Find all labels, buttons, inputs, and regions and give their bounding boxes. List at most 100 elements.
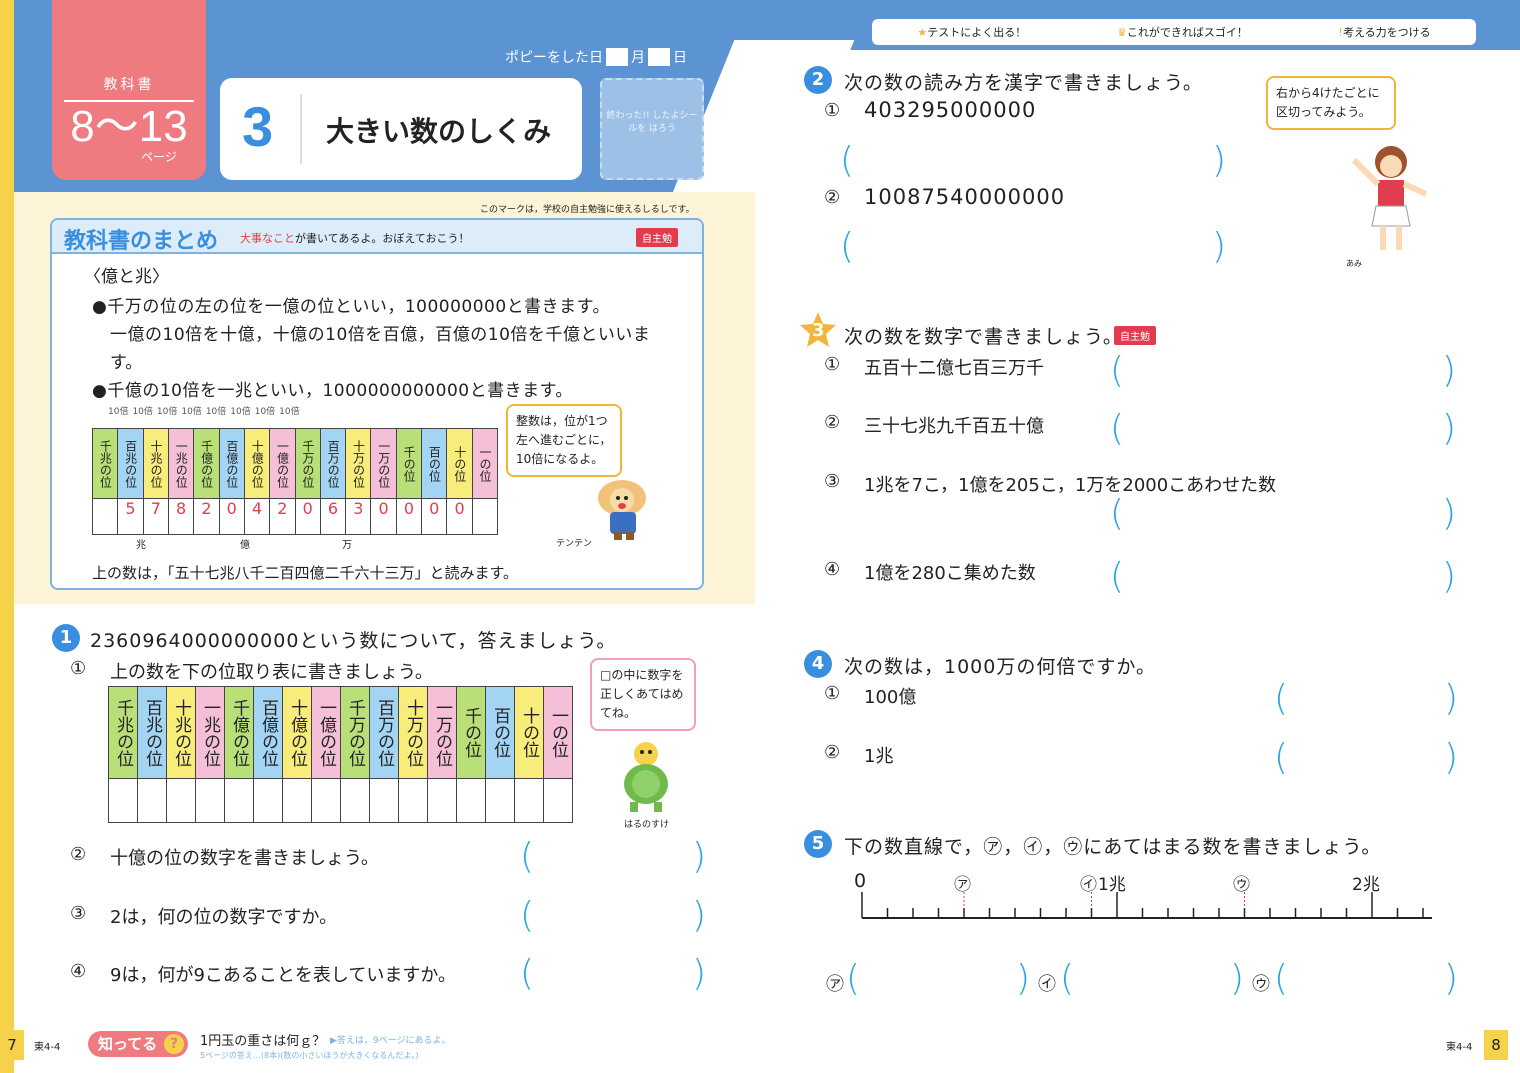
jishuben-tag: 自主勉 — [636, 228, 678, 247]
q1-digit-input[interactable] — [369, 778, 399, 823]
unit-title: 大きい数のしくみ — [326, 115, 552, 148]
summary-column-header: 十億の位 — [243, 428, 271, 499]
q3-sub1-mark: ① — [824, 354, 841, 375]
unit-title-box: 3 大きい数のしくみ — [220, 78, 582, 180]
q1-digit-input[interactable] — [108, 778, 138, 823]
q1-digit-input[interactable] — [195, 778, 225, 823]
q1-digit-input[interactable] — [427, 778, 457, 823]
paren-close: ) — [1442, 408, 1457, 449]
summary-subtitle: 大事なことが書いてあるよ。おぼえておこう！ — [240, 232, 470, 245]
q1-sub2-answer[interactable] — [545, 844, 685, 874]
ami-name: あみ — [1346, 259, 1362, 268]
summary-column-header: 千万の位 — [294, 428, 321, 499]
q4-sub2-text: 1兆 — [864, 746, 894, 767]
summary-digit-cell — [471, 498, 499, 535]
q1-place-value-table: 千兆の位 百兆の位 十兆の位 一兆の位 千億の位 百億の位 十億の位 一億の位 千万の位 百万の位… — [108, 686, 573, 823]
summary-column-header: 千億の位 — [193, 428, 220, 499]
q1-digit-input[interactable] — [137, 778, 167, 823]
q1-digit-input[interactable] — [398, 778, 428, 823]
q3-sub1-answer[interactable] — [1136, 358, 1436, 388]
summary-column-header: 百万の位 — [319, 428, 347, 499]
legend-bar: ★テストによく出る！ ♛これができればスゴイ！ !考える力をつける — [872, 19, 1476, 45]
q1-sub4-answer[interactable] — [545, 961, 685, 991]
q1-digit-input[interactable] — [224, 778, 254, 823]
mark-note: このマークは，学校の自主勉強に使えるしるしです。 — [480, 205, 695, 215]
q4-sub1-mark: ① — [824, 683, 841, 704]
star-icon: ★ — [917, 26, 928, 39]
paren-close: ) — [1444, 678, 1459, 719]
q5-c-answer[interactable] — [1294, 966, 1444, 996]
number-line-c-label: ㋒ — [1233, 875, 1250, 895]
q3-sub4-mark: ④ — [824, 559, 841, 580]
summary-column-header: 百億の位 — [218, 428, 245, 499]
summary-digit-cell — [91, 498, 119, 535]
summary-title: 教科書のまとめ — [64, 229, 219, 254]
q1-sub3-text: 2は，何の位の数字ですか。 — [110, 907, 338, 928]
tenten-name: テンテン — [556, 539, 593, 549]
q1-digit-input[interactable] — [340, 778, 370, 823]
q1-digit-input[interactable] — [311, 778, 341, 823]
page-number-right: 8 — [1484, 1030, 1508, 1060]
ami-girl-illustration — [1346, 140, 1436, 260]
sticker-area[interactable]: 終わった!! したよシールを はろう — [600, 78, 704, 180]
page-number-left: 7 — [0, 1030, 24, 1060]
paren-close: ) — [1442, 350, 1457, 391]
summary-line4: ●千億の10倍を一兆といい，1000000000000と書きます。 — [92, 381, 573, 401]
q2-sub1-answer[interactable] — [866, 148, 1206, 178]
q4-sub2-answer[interactable] — [1300, 745, 1440, 775]
q1-column-header: 十兆の位 — [166, 686, 196, 779]
q1-digit-input[interactable] — [485, 778, 515, 823]
month-field[interactable] — [606, 48, 628, 66]
q3-sub2-answer[interactable] — [1136, 416, 1436, 446]
q5-b-answer[interactable] — [1080, 966, 1230, 996]
paren-close: ) — [1230, 958, 1245, 999]
summary-column-header: 一万の位 — [370, 428, 397, 499]
q5-a-answer[interactable] — [866, 966, 1016, 996]
summary-digit-cell: 4 — [243, 498, 271, 535]
q5-b-mark: ㋑ — [1038, 974, 1056, 995]
q5-c-mark: ㋒ — [1252, 974, 1270, 995]
q1-sub1-mark: ① — [70, 658, 87, 679]
q2-text: 次の数の読み方を漢字で書きましょう。 — [844, 72, 1203, 94]
q1-sub3-answer[interactable] — [545, 903, 685, 933]
q1-sub1-text: 上の数を下の位取り表に書きましょう。 — [110, 662, 433, 683]
paren-close: ) — [1442, 493, 1457, 534]
paren-open: ( — [1110, 408, 1125, 449]
q2-speech-bubble: 右から4けたごとに区切ってみよう。 — [1266, 76, 1396, 130]
summary-line3: す。 — [110, 353, 143, 373]
paren-close: ) — [692, 953, 707, 994]
summary-digit-cell: 0 — [421, 498, 448, 535]
summary-digit-cell: 0 — [395, 498, 423, 535]
q1-text: 2360964000000000という数について，答えましょう。 — [90, 630, 617, 652]
textbook-pages-badge: 教科書 8～13 ページ — [52, 0, 206, 180]
q3-sub3-answer[interactable] — [1136, 501, 1436, 531]
q2-sub2-answer[interactable] — [866, 234, 1206, 264]
q4-sub1-answer[interactable] — [1300, 686, 1440, 716]
q3-sub4-answer[interactable] — [1136, 564, 1436, 594]
paren-close: ) — [692, 895, 707, 936]
q1-digit-input[interactable] — [456, 778, 486, 823]
number-line-b-label: ㋑ — [1080, 875, 1097, 895]
tenten-character-illustration — [588, 476, 658, 542]
q1-digit-input[interactable] — [282, 778, 312, 823]
summary-reading: 上の数は，「五十七兆八千二百四億二千六十三万」と読みます。 — [92, 564, 519, 582]
pages-range: 8～13 — [70, 102, 188, 151]
q5-number: 5 — [804, 830, 832, 858]
paren-close: ) — [1444, 737, 1459, 778]
textbook-label: 教科書 — [103, 77, 155, 93]
q1-digit-input[interactable] — [166, 778, 196, 823]
day-field[interactable] — [648, 48, 670, 66]
q1-digit-input[interactable] — [514, 778, 544, 823]
harunosuke-turtle-illustration — [616, 740, 676, 814]
summary-digit-cell: 3 — [345, 498, 372, 535]
q1-sub4-mark: ④ — [70, 961, 87, 982]
q1-digit-input[interactable] — [543, 778, 573, 823]
q1-digit-input[interactable] — [253, 778, 283, 823]
paren-open: ( — [840, 226, 855, 267]
q3-sub3-text: 1兆を7こ，1億を205こ，1万を2000こあわせた数 — [864, 475, 1277, 496]
harunosuke-name: はるのすけ — [624, 820, 670, 830]
summary-digit-cell: 8 — [167, 498, 195, 535]
ten-times-row: 10倍 10倍 10倍 10倍 10倍 10倍 10倍 10倍 — [108, 407, 300, 417]
summary-digit-cell: 2 — [269, 498, 296, 535]
q3-sub2-mark: ② — [824, 412, 841, 433]
